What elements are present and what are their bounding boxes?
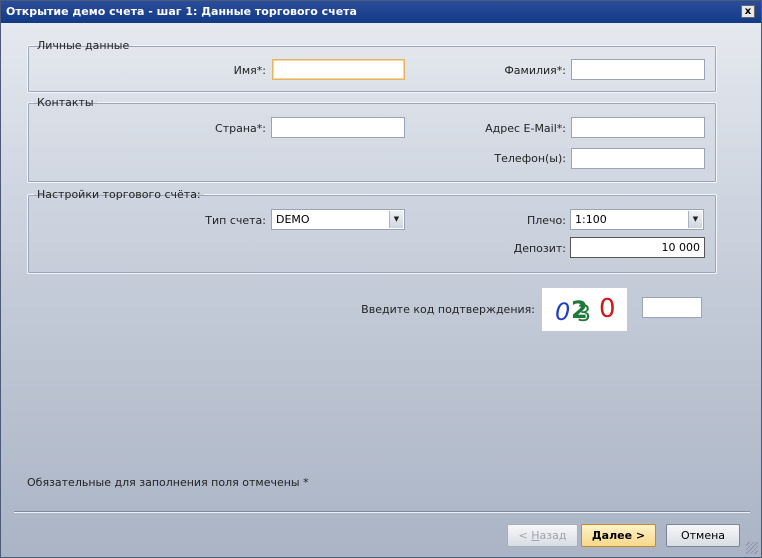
chevron-down-icon[interactable]: ▼ (688, 211, 702, 228)
back-button-label: азад (539, 529, 567, 542)
trading-settings-legend: Настройки торгового счёта: (37, 188, 201, 201)
title-bar: Открытие демо счета - шаг 1: Данные торг… (1, 1, 761, 23)
country-field[interactable] (271, 117, 405, 138)
leverage-label: Плечо: (526, 214, 566, 227)
back-button-mnemonic: Н (531, 529, 540, 542)
deposit-field[interactable]: 10 000 (570, 237, 705, 258)
close-icon[interactable]: x (741, 5, 755, 18)
phone-label: Телефон(ы): (494, 152, 566, 165)
contacts-group: Контакты (27, 96, 717, 183)
email-field[interactable] (571, 117, 705, 138)
first-name-field[interactable] (272, 59, 405, 80)
captcha-char-1: 0 (555, 298, 570, 326)
first-name-label: Имя*: (233, 64, 266, 77)
cancel-button[interactable]: Отмена (666, 524, 740, 547)
account-type-label: Тип счета: (205, 214, 266, 227)
next-button-label: алее > (601, 529, 646, 542)
email-label: Адрес E-Mail*: (485, 122, 566, 135)
captcha-char-3: 3 (577, 302, 591, 327)
last-name-label: Фамилия*: (504, 64, 566, 77)
dialog-window: Открытие демо счета - шаг 1: Данные торг… (0, 0, 762, 558)
last-name-field[interactable] (571, 59, 705, 80)
chevron-down-icon[interactable]: ▼ (389, 211, 403, 228)
contacts-legend: Контакты (37, 96, 94, 109)
personal-data-legend: Личные данные (37, 39, 130, 52)
captcha-char-4: 0 (599, 294, 616, 324)
next-button[interactable]: Далее > (581, 524, 656, 547)
resize-grip-icon[interactable] (746, 542, 758, 554)
captcha-input[interactable] (642, 297, 702, 318)
back-button-prefix: < (518, 529, 532, 542)
required-fields-note: Обязательные для заполнения поля отмечен… (27, 476, 309, 489)
deposit-label: Депозит: (513, 242, 566, 255)
cancel-button-label: Отмена (680, 529, 726, 542)
footer-divider (14, 511, 750, 513)
window-title: Открытие демо счета - шаг 1: Данные торг… (6, 5, 357, 18)
back-button[interactable]: < Назад (507, 524, 578, 547)
phone-field[interactable] (571, 148, 705, 169)
next-button-mnemonic: Д (591, 529, 602, 542)
trading-settings-group: Настройки торгового счёта: (27, 188, 717, 274)
account-type-select[interactable]: DEMO ▼ (271, 209, 405, 230)
captcha-label: Введите код подтверждения: (361, 303, 535, 316)
country-label: Страна*: (215, 122, 266, 135)
deposit-value: 10 000 (661, 241, 701, 254)
leverage-select[interactable]: 1:100 ▼ (570, 209, 704, 230)
captcha-image: 0 2 3 0 (542, 288, 627, 331)
leverage-value: 1:100 (575, 213, 607, 226)
account-type-value: DEMO (276, 213, 310, 226)
